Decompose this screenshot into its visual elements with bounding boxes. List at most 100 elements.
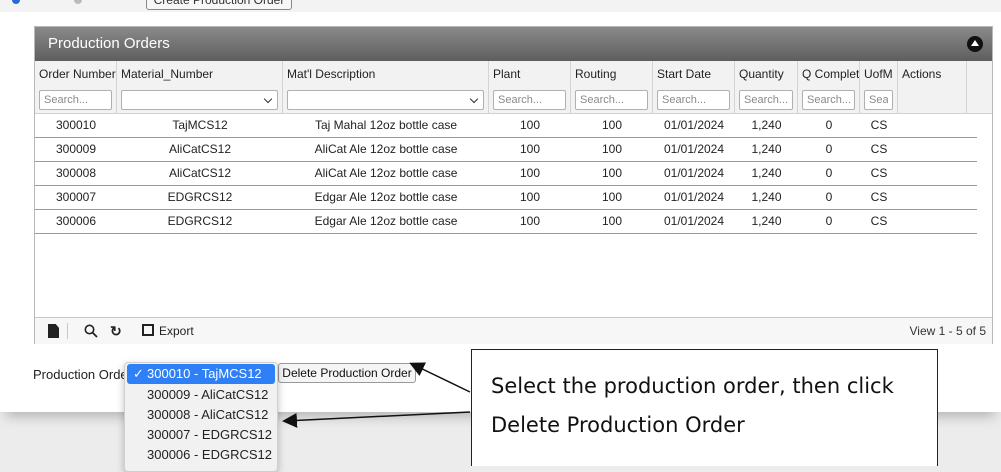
dropdown-option-selected[interactable]: ✓ 300010 - TajMCS12 — [127, 364, 275, 384]
cell-routing: 100 — [601, 190, 623, 204]
cell-uofm: CS — [870, 166, 888, 180]
cell-material: TajMCS12 — [172, 118, 228, 132]
cell-order-number: 300010 — [55, 118, 97, 132]
production-order-label: Production Order — [33, 367, 132, 382]
search-uofm[interactable] — [864, 90, 893, 110]
delete-production-order-button[interactable]: Delete Production Order — [278, 363, 416, 383]
cell-quantity: 1,240 — [751, 214, 782, 228]
cell-material: AliCatCS12 — [168, 142, 232, 156]
cell-order-number: 300007 — [55, 190, 97, 204]
start-radio[interactable] — [12, 0, 20, 4]
col-order-number[interactable]: Order Number — [35, 61, 117, 87]
dropdown-option[interactable]: 300009 - AliCatCS12 — [125, 385, 277, 405]
cell-material: EDGRCS12 — [167, 190, 233, 204]
col-spacer — [967, 61, 992, 87]
cell-description: AliCat Ale 12oz bottle case — [314, 142, 458, 156]
dropdown-option[interactable]: 300006 - EDGRCS12 — [125, 445, 277, 465]
new-file-icon[interactable] — [48, 324, 59, 338]
cell-plant: 100 — [519, 142, 541, 156]
cell-start-date: 01/01/2024 — [663, 166, 725, 180]
cell-order-number: 300006 — [55, 214, 97, 228]
grid-body: 300010 TajMCS12 Taj Mahal 12oz bottle ca… — [35, 114, 992, 234]
search-plant[interactable] — [493, 90, 566, 110]
cell-q-complete: 0 — [825, 214, 833, 228]
table-row[interactable]: 300007 EDGRCS12 Edgar Ale 12oz bottle ca… — [35, 186, 977, 210]
cell-uofm: CS — [870, 118, 888, 132]
cell-material: EDGRCS12 — [167, 214, 233, 228]
cell-order-number: 300008 — [55, 166, 97, 180]
cell-start-date: 01/01/2024 — [663, 142, 725, 156]
col-start-date[interactable]: Start Date — [653, 61, 735, 87]
cell-q-complete: 0 — [825, 118, 833, 132]
cell-plant: 100 — [519, 190, 541, 204]
search-start-date[interactable] — [657, 90, 730, 110]
col-description[interactable]: Mat'l Description — [283, 61, 489, 87]
production-orders-grid: Production Orders Order Number Material_… — [34, 26, 993, 344]
cell-plant: 100 — [519, 166, 541, 180]
cell-plant: 100 — [519, 118, 541, 132]
dropdown-option[interactable]: 300008 - AliCatCS12 — [125, 405, 277, 425]
arrow-to-dropdown — [282, 411, 471, 428]
cell-quantity: 1,240 — [751, 190, 782, 204]
col-routing[interactable]: Routing — [571, 61, 653, 87]
cell-order-number: 300009 — [55, 142, 97, 156]
table-row[interactable]: 300010 TajMCS12 Taj Mahal 12oz bottle ca… — [35, 114, 977, 138]
col-quantity[interactable]: Quantity — [735, 61, 798, 87]
table-row[interactable]: 300009 AliCatCS12 AliCat Ale 12oz bottle… — [35, 138, 977, 162]
check-icon: ✓ — [133, 366, 144, 381]
search-icon[interactable] — [84, 324, 98, 338]
col-q-complete[interactable]: Q Complete — [798, 61, 860, 87]
cell-start-date: 01/01/2024 — [663, 214, 725, 228]
search-q-complete[interactable] — [802, 90, 855, 110]
column-headers: Order Number Material_Number Mat'l Descr… — [35, 61, 992, 88]
create-production-order-button[interactable]: Create Production Order — [146, 0, 292, 10]
pager-divider — [67, 323, 68, 339]
description-select[interactable] — [287, 90, 484, 110]
material-number-select[interactable] — [121, 90, 278, 110]
pager-view-text: View 1 - 5 of 5 — [909, 324, 987, 338]
grid-title: Production Orders — [48, 35, 170, 52]
callout-text: Select the production order, then click … — [491, 374, 894, 437]
cell-material: AliCatCS12 — [168, 166, 232, 180]
col-material-number[interactable]: Material_Number — [117, 61, 283, 87]
cell-start-date: 01/01/2024 — [663, 190, 725, 204]
search-quantity[interactable] — [739, 90, 793, 110]
option-label: 300010 - TajMCS12 — [147, 366, 262, 381]
grid-caption: Production Orders — [35, 27, 992, 61]
production-order-dropdown[interactable]: ✓ 300010 - TajMCS12 300009 - AliCatCS12 … — [124, 362, 278, 472]
cell-quantity: 1,240 — [751, 166, 782, 180]
cell-routing: 100 — [601, 142, 623, 156]
instruction-callout: Select the production order, then click … — [471, 349, 938, 466]
cell-q-complete: 0 — [825, 166, 833, 180]
cell-start-date: 01/01/2024 — [663, 118, 725, 132]
dropdown-option[interactable]: 300007 - EDGRCS12 — [125, 425, 277, 445]
search-row — [35, 87, 992, 114]
search-order-number[interactable] — [39, 90, 112, 110]
cell-description: AliCat Ale 12oz bottle case — [314, 166, 458, 180]
col-uofm[interactable]: UofM — [860, 61, 898, 87]
cell-plant: 100 — [519, 214, 541, 228]
table-row[interactable]: 300008 AliCatCS12 AliCat Ale 12oz bottle… — [35, 162, 977, 186]
collapse-icon[interactable] — [967, 36, 983, 52]
cell-uofm: CS — [870, 190, 888, 204]
cell-routing: 100 — [601, 214, 623, 228]
table-row[interactable]: 300006 EDGRCS12 Edgar Ale 12oz bottle ca… — [35, 210, 977, 234]
cell-uofm: CS — [870, 214, 888, 228]
cell-description: Taj Mahal 12oz bottle case — [314, 118, 458, 132]
search-routing[interactable] — [575, 90, 648, 110]
cell-quantity: 1,240 — [751, 118, 782, 132]
cell-q-complete: 0 — [825, 190, 833, 204]
cell-uofm: CS — [870, 142, 888, 156]
cell-routing: 100 — [601, 166, 623, 180]
end-radio[interactable] — [74, 0, 82, 4]
cell-description: Edgar Ale 12oz bottle case — [314, 190, 458, 204]
export-button[interactable]: Export — [159, 324, 194, 340]
grid-pager: ↻ Export View 1 - 5 of 5 — [35, 317, 992, 344]
export-icon[interactable] — [142, 324, 154, 336]
refresh-icon[interactable]: ↻ — [110, 323, 122, 339]
cell-quantity: 1,240 — [751, 142, 782, 156]
cell-q-complete: 0 — [825, 142, 833, 156]
cell-description: Edgar Ale 12oz bottle case — [314, 214, 458, 228]
col-plant[interactable]: Plant — [489, 61, 571, 87]
cell-routing: 100 — [601, 118, 623, 132]
